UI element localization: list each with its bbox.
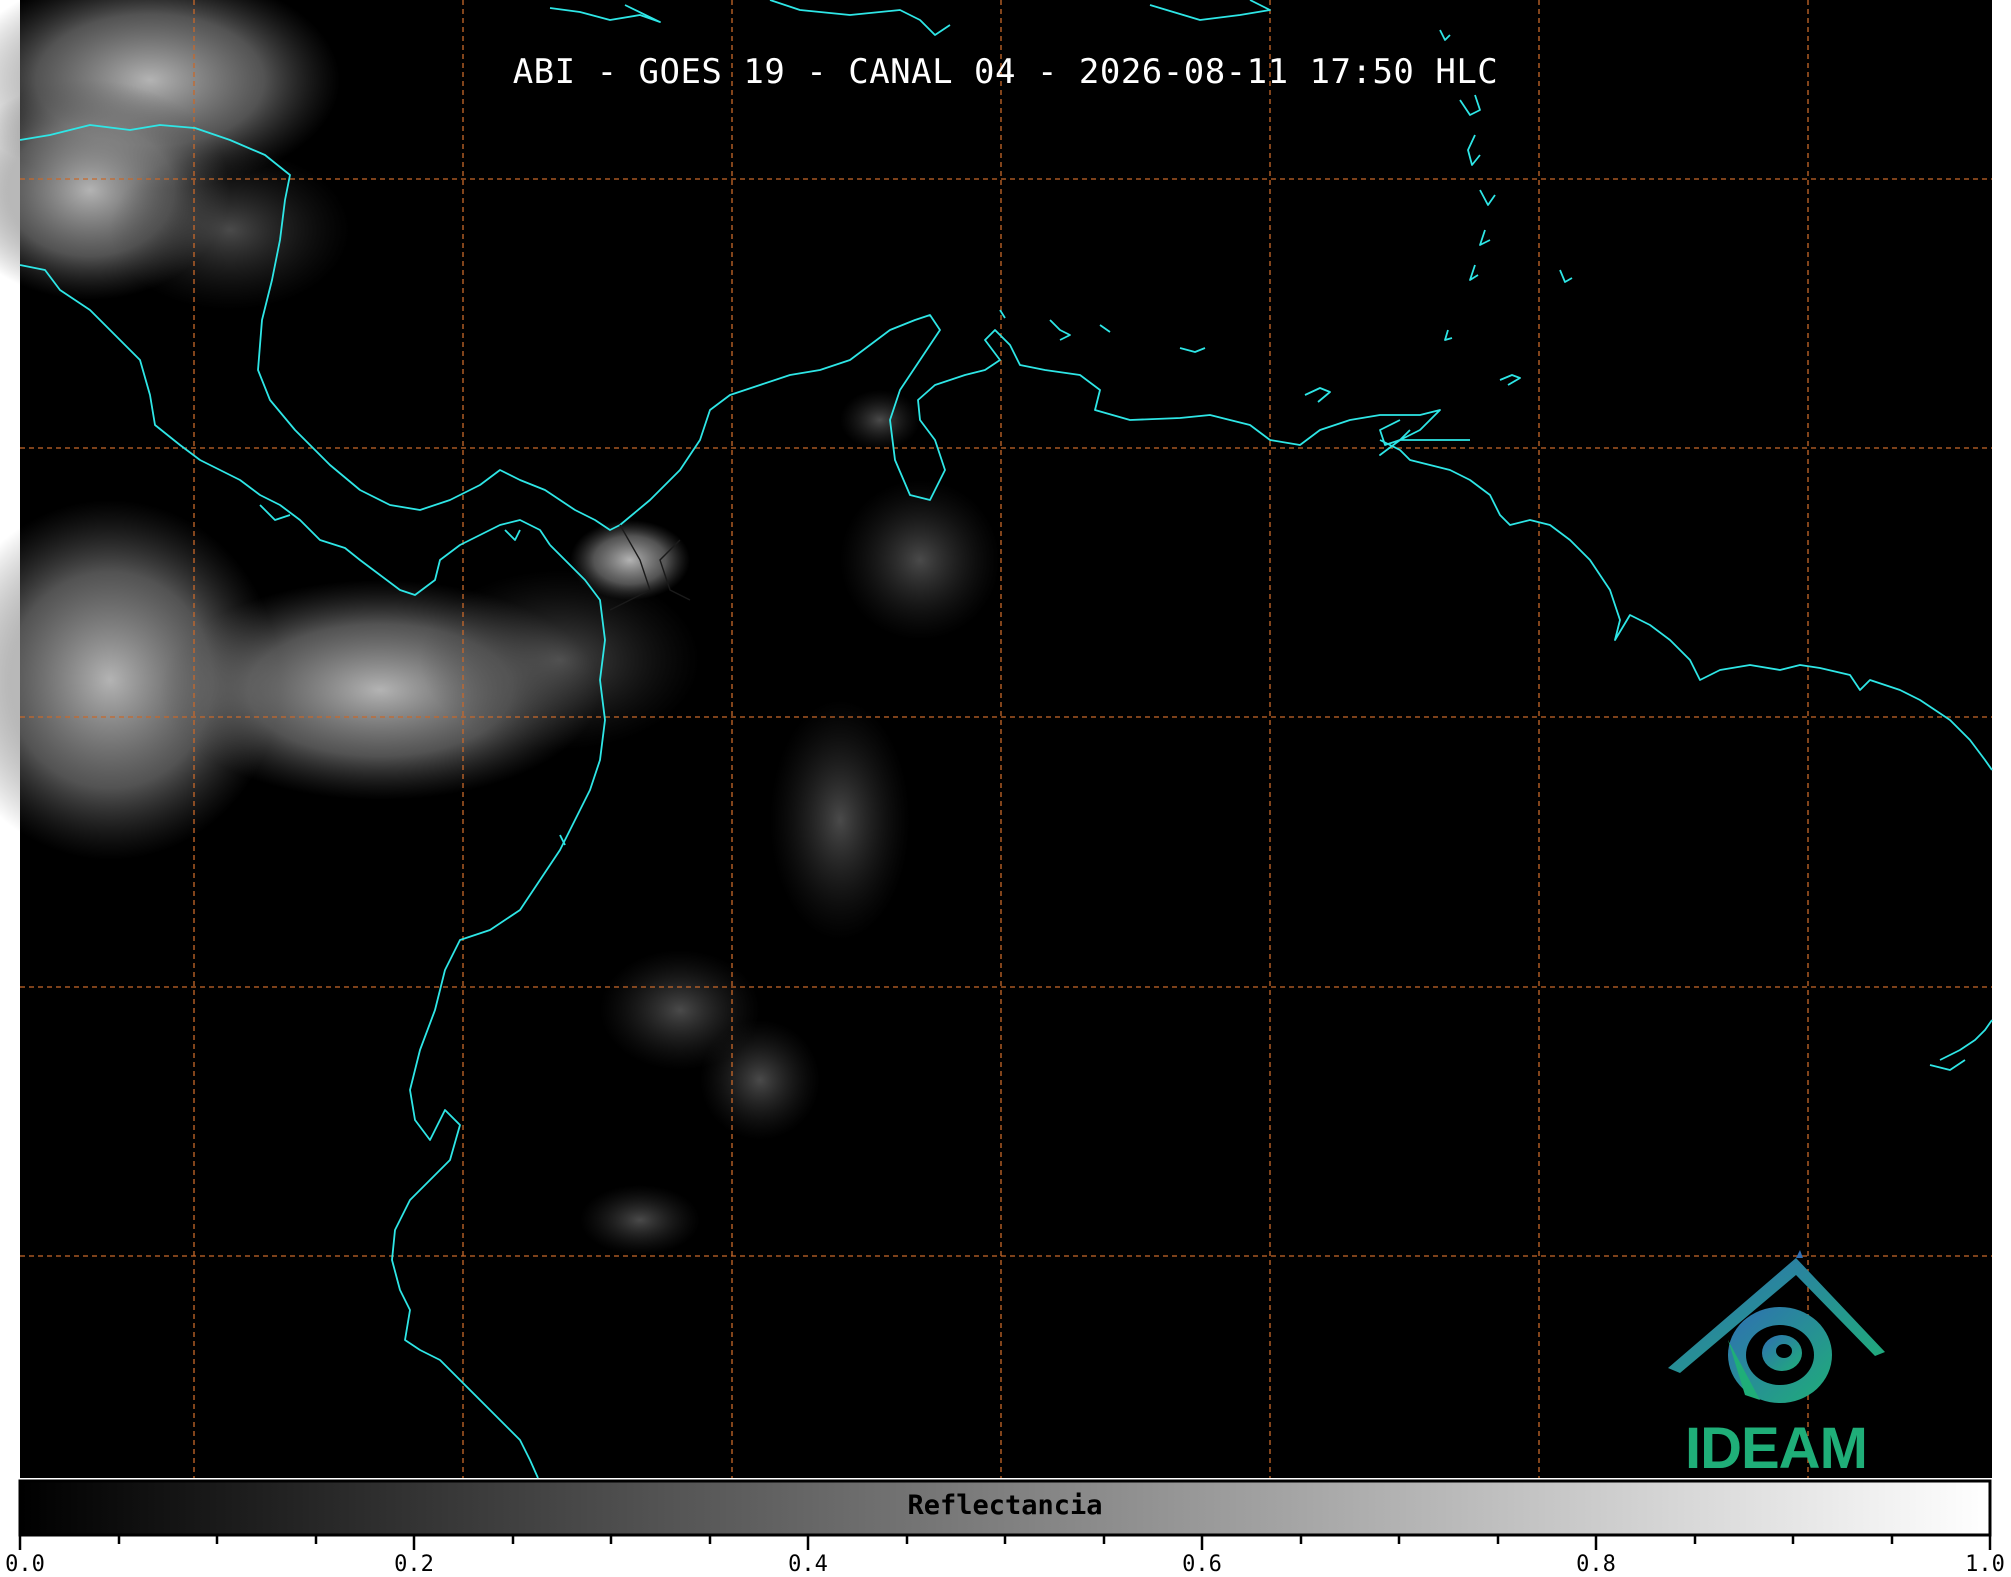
colorbar-tick-label: 0.2 <box>394 1552 434 1577</box>
colorbar-tick-label: 0.0 <box>5 1552 45 1577</box>
colorbar-tick-label: 0.6 <box>1182 1552 1222 1577</box>
colorbar-tick-label: 1.0 <box>1965 1552 2005 1577</box>
colorbar-label: Reflectancia <box>907 1490 1103 1521</box>
colorbar-tick-label: 0.4 <box>788 1552 828 1577</box>
map-title: ABI - GOES 19 - CANAL 04 - 2026-08-11 17… <box>512 52 1499 92</box>
colorbar-ticks <box>18 1535 1992 1550</box>
satellite-map <box>0 0 1993 1550</box>
logo-text: IDEAM <box>1685 1416 1868 1481</box>
colorbar-tick-label: 0.8 <box>1576 1552 1616 1577</box>
